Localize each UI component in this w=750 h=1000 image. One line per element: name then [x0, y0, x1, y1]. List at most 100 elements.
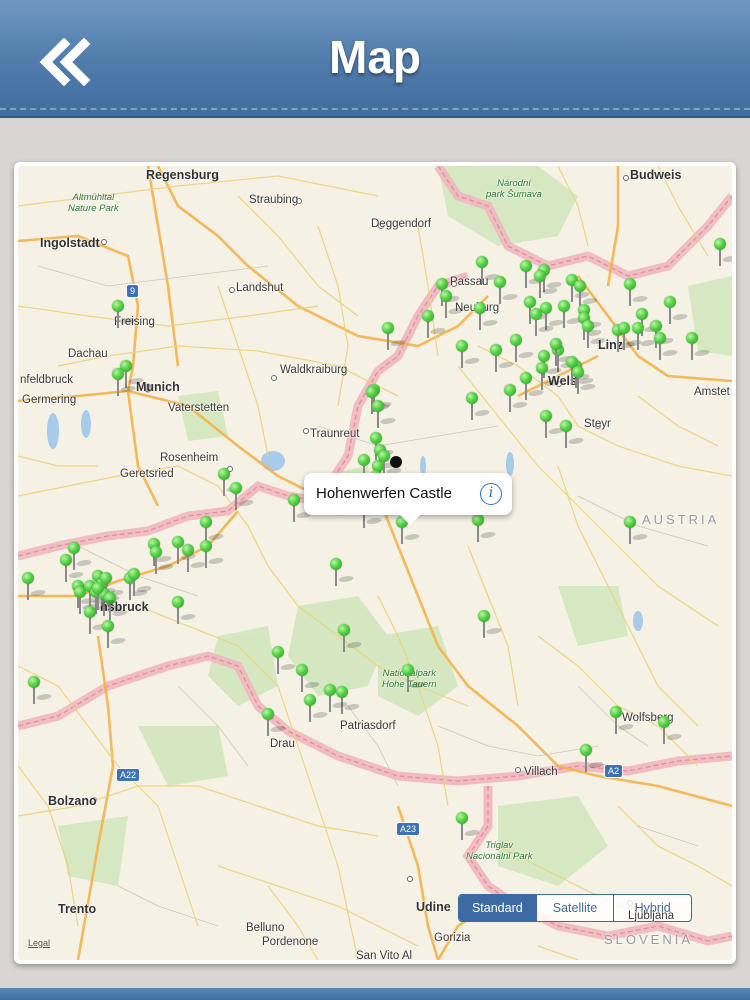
map-pin[interactable]	[150, 546, 176, 574]
map-pin[interactable]	[84, 606, 110, 634]
map-pin[interactable]	[490, 344, 516, 372]
map-pin[interactable]	[494, 276, 520, 304]
city-label-belluno: Belluno	[246, 922, 285, 934]
map-pin[interactable]	[550, 338, 576, 366]
map-pin[interactable]	[654, 332, 680, 360]
map-pin[interactable]	[456, 812, 482, 840]
map-pin[interactable]	[520, 372, 546, 400]
map-pin[interactable]	[382, 322, 408, 350]
city-label-steyr: Steyr	[584, 418, 611, 430]
city-label-traunreut: Traunreut	[310, 428, 360, 440]
map-pin[interactable]	[510, 334, 536, 362]
map-pin[interactable]	[304, 694, 330, 722]
nav-bar: Map	[0, 0, 750, 118]
map-pin[interactable]	[102, 620, 128, 648]
map-pin[interactable]	[558, 300, 584, 328]
map-pin[interactable]	[68, 542, 94, 570]
map-pin[interactable]	[338, 624, 364, 652]
map-pin[interactable]	[112, 368, 138, 396]
road-shield-a22: A22	[116, 768, 141, 782]
segment-satellite[interactable]: Satellite	[535, 895, 614, 921]
map-pin[interactable]	[218, 468, 244, 496]
map-pin[interactable]	[200, 540, 226, 568]
city-label-vaterstetten: Vaterstetten	[168, 402, 230, 414]
map-pin[interactable]	[540, 410, 566, 438]
map-pin[interactable]	[330, 558, 356, 586]
city-label-san-vito: San Vito Al	[356, 950, 413, 960]
city-label-villach: Villach	[524, 766, 558, 778]
map-pin[interactable]	[478, 610, 504, 638]
map-pin[interactable]	[28, 676, 54, 704]
river-label-drau: Drau	[270, 738, 295, 750]
city-label-bolzano: Bolzano	[48, 794, 97, 808]
map-pin[interactable]	[230, 482, 256, 510]
city-label-ingolstadt: Ingolstadt	[40, 236, 100, 250]
city-label-germering: Germering	[22, 394, 77, 406]
city-label-regensburg: Regensburg	[146, 168, 219, 182]
map-pin[interactable]	[336, 686, 362, 714]
map-pin[interactable]	[624, 278, 650, 306]
map-pin[interactable]	[472, 514, 498, 542]
map-pin[interactable]	[560, 420, 586, 448]
map-pin[interactable]	[92, 582, 118, 610]
info-icon[interactable]: i	[480, 483, 502, 505]
pin-callout[interactable]: Hohenwerfen Castle i	[304, 473, 512, 525]
map-pin[interactable]	[22, 572, 48, 600]
page-title: Map	[329, 31, 421, 83]
map-pin[interactable]	[534, 270, 560, 298]
map-pin[interactable]	[618, 322, 644, 350]
map-pin[interactable]	[520, 260, 546, 288]
segment-standard[interactable]: Standard	[459, 895, 536, 921]
map-pin[interactable]	[686, 332, 712, 360]
city-label-furstenfeldbruck: nfeldbruck	[20, 374, 74, 386]
map-pin[interactable]	[504, 384, 530, 412]
map-pin[interactable]	[610, 706, 636, 734]
map-pin[interactable]	[580, 744, 606, 772]
map-pin[interactable]	[182, 544, 208, 572]
city-label-gorizia: Gorizia	[434, 932, 471, 944]
map-pin[interactable]	[112, 300, 138, 328]
map-pin[interactable]	[324, 684, 350, 712]
map-pin[interactable]	[272, 646, 298, 674]
city-label-munich: Munich	[136, 380, 180, 394]
map-pin[interactable]	[466, 392, 492, 420]
city-label-dachau: Dachau	[68, 348, 108, 360]
city-label-ljubljana: Ljubljana	[628, 910, 675, 922]
map-pin[interactable]	[296, 664, 322, 692]
map-pin[interactable]	[582, 320, 608, 348]
map-pin[interactable]	[172, 596, 198, 624]
selected-pin[interactable]	[390, 456, 402, 468]
map-pin[interactable]	[402, 664, 428, 692]
park-label-altmuhltal: Altmühltal Nature Park	[68, 192, 119, 214]
city-label-geretsried: Geretsried	[120, 468, 174, 480]
road-shield-a23: A23	[396, 822, 421, 836]
map-pin[interactable]	[262, 708, 288, 736]
city-label-straubing: Straubing	[249, 194, 299, 206]
bottom-bar	[0, 988, 750, 1000]
city-label-deggendorf: Deggendorf	[371, 218, 432, 230]
country-label-austria: AUSTRIA	[642, 512, 720, 527]
map-pin[interactable]	[476, 256, 502, 284]
map-view[interactable]: Regensburg Budweis Altmühltal Nature Park…	[18, 166, 732, 960]
map-pin[interactable]	[372, 400, 398, 428]
city-label-udine: Udine	[416, 900, 451, 914]
map-pin[interactable]	[422, 310, 448, 338]
map-pin[interactable]	[536, 362, 562, 390]
map-pin[interactable]	[474, 302, 500, 330]
legal-link[interactable]: Legal	[28, 938, 50, 948]
map-pin[interactable]	[632, 322, 658, 350]
map-container: Regensburg Budweis Altmühltal Nature Park…	[14, 162, 736, 964]
map-pin[interactable]	[624, 516, 650, 544]
map-pin[interactable]	[288, 494, 314, 522]
city-label-landshut: Landshut	[236, 282, 284, 294]
map-pin[interactable]	[128, 568, 154, 596]
map-pin[interactable]	[530, 308, 556, 336]
city-label-waldkraiburg: Waldkraiburg	[280, 364, 348, 376]
map-pin[interactable]	[658, 716, 684, 744]
map-pin[interactable]	[572, 366, 598, 394]
map-pin[interactable]	[440, 290, 466, 318]
map-pin[interactable]	[104, 592, 130, 620]
map-pin[interactable]	[456, 340, 482, 368]
map-pin[interactable]	[664, 296, 690, 324]
map-pin[interactable]	[714, 238, 732, 266]
